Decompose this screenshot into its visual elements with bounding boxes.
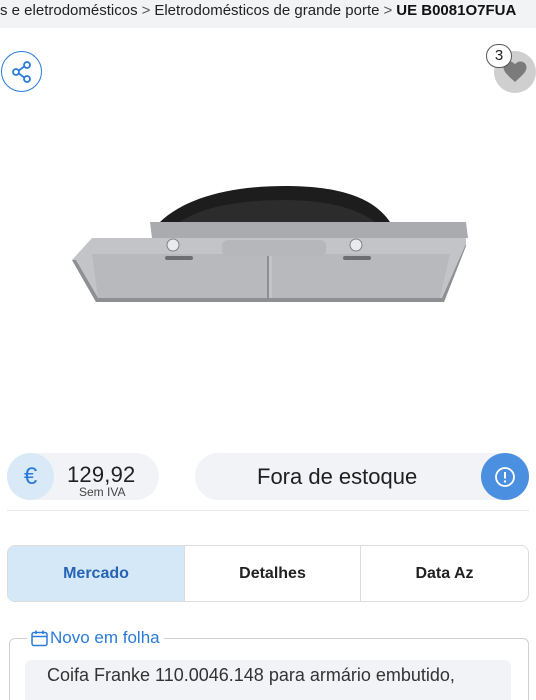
calendar-icon: [31, 630, 48, 646]
tab-detalhes[interactable]: Detalhes: [185, 546, 361, 601]
exclamation-icon: [495, 466, 515, 487]
favorite-count-badge: 3: [486, 44, 512, 68]
divider: [7, 510, 529, 511]
section-title: Novo em folha: [27, 627, 164, 649]
stock-info-button[interactable]: [481, 453, 529, 500]
tab-bar: Mercado Detalhes Data Az: [7, 545, 529, 602]
breadcrumb-item[interactable]: Eletrodomésticos de grande porte: [154, 2, 379, 19]
stock-label: Fora de estoque: [257, 464, 418, 489]
product-image: [72, 186, 468, 302]
price-tax-note: Sem IVA: [79, 485, 126, 499]
euro-icon: €: [7, 453, 54, 500]
share-icon: [11, 60, 31, 83]
section-title-label: Novo em folha: [50, 628, 160, 647]
breadcrumb: s e eletrodomésticos > Eletrodomésticos de…: [0, 0, 536, 28]
breadcrumb-item[interactable]: s e eletrodomésticos: [0, 2, 138, 19]
tab-mercado[interactable]: Mercado: [8, 546, 185, 601]
breadcrumb-separator: >: [141, 2, 151, 19]
description-box: Coifa Franke 110.0046.148 para armário e…: [25, 660, 511, 700]
stock-status: Fora de estoque: [195, 453, 529, 500]
product-description: Coifa Franke 110.0046.148 para armário e…: [47, 665, 455, 685]
breadcrumb-separator: >: [383, 2, 393, 19]
tab-data-az[interactable]: Data Az: [361, 546, 528, 601]
breadcrumb-current: UE B0081O7FUA: [396, 2, 517, 19]
share-button[interactable]: [1, 51, 42, 92]
price-box: € 129,92 Sem IVA: [7, 453, 159, 500]
